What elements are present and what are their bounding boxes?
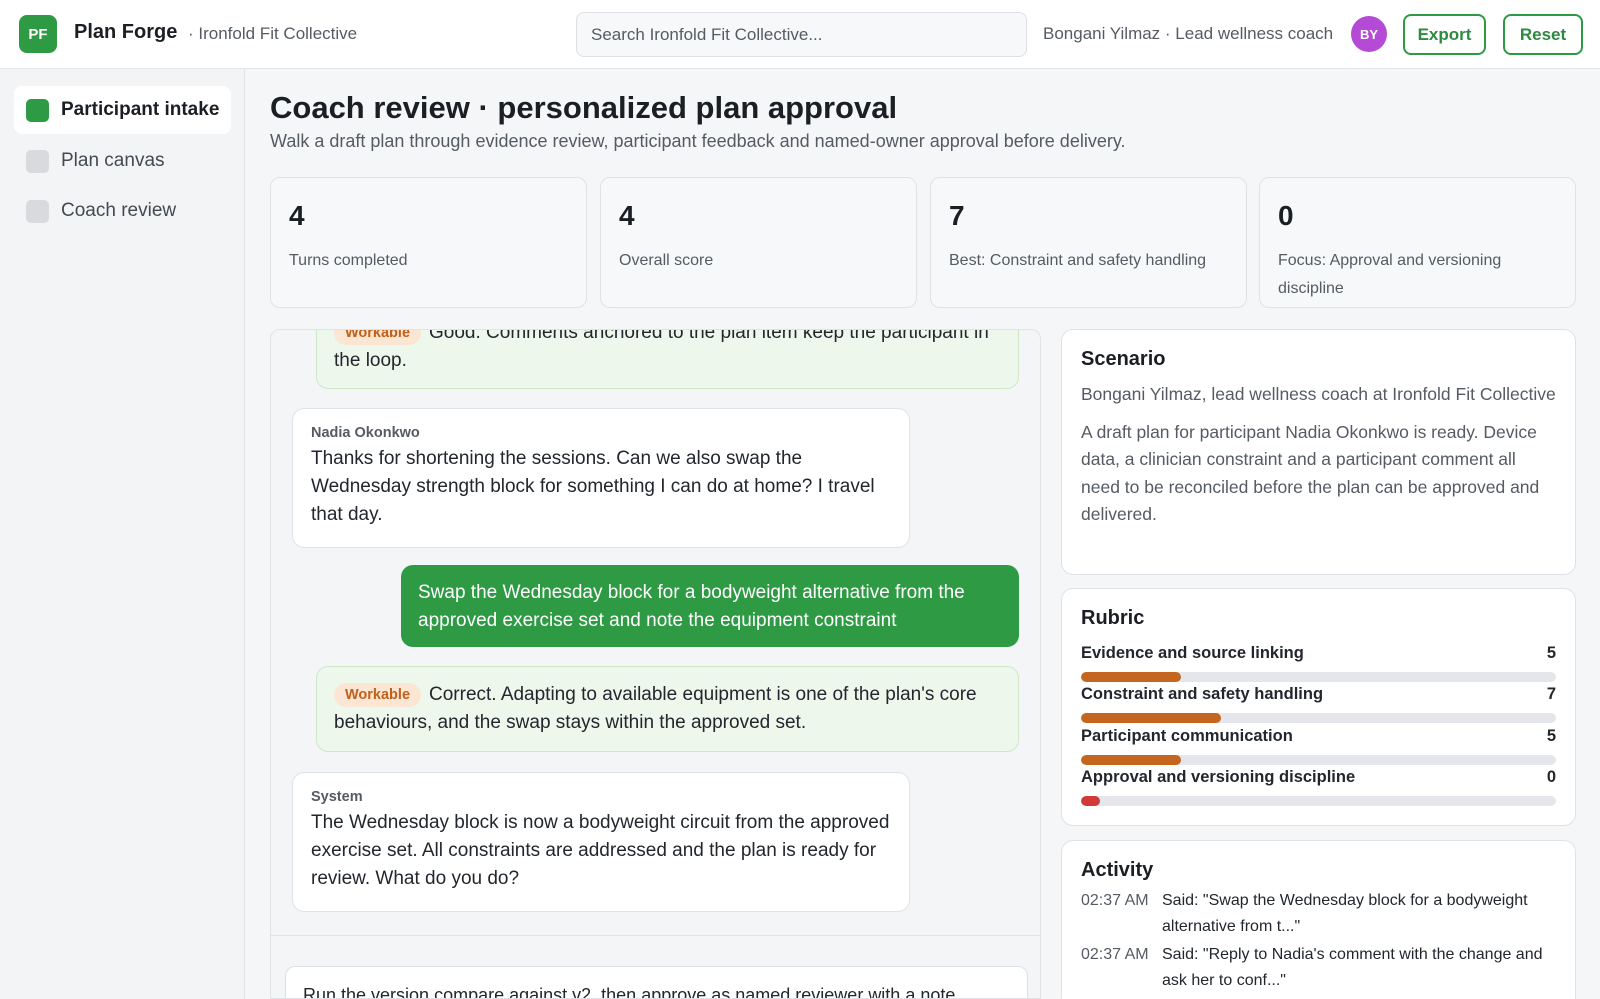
coach-message: Swap the Wednesday block for a bodyweigh…	[401, 565, 1019, 647]
stat-card-focus: 0 Focus: Approval and versioning discipl…	[1259, 177, 1576, 308]
activity-item: 02:37 AM Said: "Swap the Wednesday block…	[1081, 888, 1556, 939]
sidebar-item-coach-review[interactable]: Coach review	[14, 187, 231, 235]
reset-button[interactable]: Reset	[1503, 14, 1583, 55]
avatar[interactable]: BY	[1351, 16, 1387, 52]
reply-composer[interactable]: Run the version compare against v2, then…	[285, 966, 1028, 998]
sidebar-item-label: Plan canvas	[61, 150, 165, 171]
rubric-score: 5	[1546, 727, 1556, 745]
rubric-score: 7	[1546, 685, 1556, 703]
scenario-intro: Bongani Yilmaz, lead wellness coach at I…	[1081, 384, 1556, 404]
message-sender: Nadia Okonkwo	[311, 425, 420, 441]
top-bar: PF Plan Forge · Ironfold Fit Collective …	[0, 0, 1600, 69]
chat-transcript[interactable]: Workable Good. Comments anchored to the p…	[270, 329, 1041, 999]
rubric-bar	[1081, 796, 1556, 806]
rubric-label: Evidence and source linking	[1081, 644, 1304, 662]
app-logo: PF	[19, 15, 57, 53]
rating-badge: Workable	[334, 683, 422, 707]
nav-indicator-icon	[26, 199, 49, 223]
message-text: Good. Comments anchored to the plan item…	[334, 329, 989, 371]
stat-label: Turns completed	[289, 252, 408, 269]
sidebar: Participant intake Plan canvas Coach rev…	[0, 69, 245, 999]
stat-value: 4	[619, 200, 635, 231]
activity-panel: Activity 02:37 AM Said: "Swap the Wednes…	[1061, 840, 1576, 999]
message-sender: System	[311, 789, 363, 805]
nav-indicator-icon	[26, 98, 49, 122]
message-text: Correct. Adapting to available equipment…	[334, 684, 977, 733]
rubric-row: Constraint and safety handling 7	[1081, 685, 1556, 723]
message-text: The Wednesday block is now a bodyweight …	[311, 812, 890, 889]
rubric-title: Rubric	[1081, 607, 1145, 629]
rubric-label: Participant communication	[1081, 727, 1293, 745]
activity-title: Activity	[1081, 859, 1154, 881]
stat-card-best: 7 Best: Constraint and safety handling	[930, 177, 1247, 308]
stat-value: 0	[1278, 200, 1294, 231]
rubric-fill	[1081, 672, 1181, 682]
page-title: Coach review · personalized plan approva…	[270, 90, 898, 125]
search-input[interactable]	[577, 13, 1026, 56]
scenario-body: A draft plan for participant Nadia Okonk…	[1081, 421, 1540, 525]
rubric-bar	[1081, 755, 1556, 765]
stat-card-overall-score: 4 Overall score	[600, 177, 917, 308]
sidebar-item-label: Coach review	[61, 200, 177, 221]
rubric-score: 0	[1546, 768, 1556, 786]
message-text: Swap the Wednesday block for a bodyweigh…	[418, 582, 965, 631]
rubric-bar	[1081, 713, 1556, 723]
rubric-row: Evidence and source linking 5	[1081, 644, 1556, 682]
search-box[interactable]	[576, 12, 1027, 57]
user-label: Bongani Yilmaz · Lead wellness coach	[1043, 24, 1334, 43]
scenario-title: Scenario	[1081, 348, 1166, 370]
system-message: System The Wednesday block is now a body…	[292, 772, 910, 912]
message-text: Thanks for shortening the sessions. Can …	[311, 448, 875, 525]
stat-value: 4	[289, 200, 305, 231]
sidebar-item-label: Participant intake	[61, 99, 220, 120]
composer-area: Run the version compare against v2, then…	[271, 935, 1040, 998]
rubric-label: Constraint and safety handling	[1081, 685, 1324, 703]
rubric-fill	[1081, 755, 1181, 765]
page-subtitle: Walk a draft plan through evidence revie…	[270, 131, 1126, 151]
stat-value: 7	[949, 200, 965, 231]
rubric-fill	[1081, 713, 1221, 723]
stat-label: Overall score	[619, 252, 714, 269]
rubric-bar	[1081, 672, 1556, 682]
sidebar-item-plan-canvas[interactable]: Plan canvas	[14, 137, 231, 185]
org-name: · Ironfold Fit Collective	[188, 24, 358, 43]
activity-time: 02:37 AM	[1081, 946, 1149, 963]
scenario-panel: Scenario Bongani Yilmaz, lead wellness c…	[1061, 329, 1576, 575]
stat-label: Focus: Approval and versioning disciplin…	[1278, 252, 1502, 297]
stat-card-turns: 4 Turns completed	[270, 177, 587, 308]
activity-time: 02:37 AM	[1081, 892, 1149, 909]
stat-label: Best: Constraint and safety handling	[949, 252, 1207, 269]
nav-indicator-icon	[26, 149, 49, 173]
rubric-row: Approval and versioning discipline 0	[1081, 768, 1556, 806]
feedback-message: Workable Correct. Adapting to available e…	[316, 666, 1019, 752]
app-name: Plan Forge	[74, 21, 178, 43]
activity-item: 02:37 AM Said: "Reply to Nadia's comment…	[1081, 942, 1556, 993]
activity-text: Said: "Swap the Wednesday block for a bo…	[1162, 892, 1528, 935]
rubric-panel: Rubric Evidence and source linking 5 Con…	[1061, 588, 1576, 826]
participant-message: Nadia Okonkwo Thanks for shortening the …	[292, 408, 910, 548]
rating-badge: Workable	[334, 330, 422, 345]
feedback-message: Workable Good. Comments anchored to the p…	[316, 329, 1019, 389]
sidebar-item-participant-intake[interactable]: Participant intake	[14, 86, 231, 134]
activity-text: Said: "Reply to Nadia's comment with the…	[1162, 946, 1543, 989]
rubric-row: Participant communication 5	[1081, 727, 1556, 765]
rubric-score: 5	[1546, 644, 1556, 662]
rubric-label: Approval and versioning discipline	[1081, 768, 1356, 786]
export-button[interactable]: Export	[1403, 14, 1486, 55]
rubric-fill	[1081, 796, 1100, 806]
